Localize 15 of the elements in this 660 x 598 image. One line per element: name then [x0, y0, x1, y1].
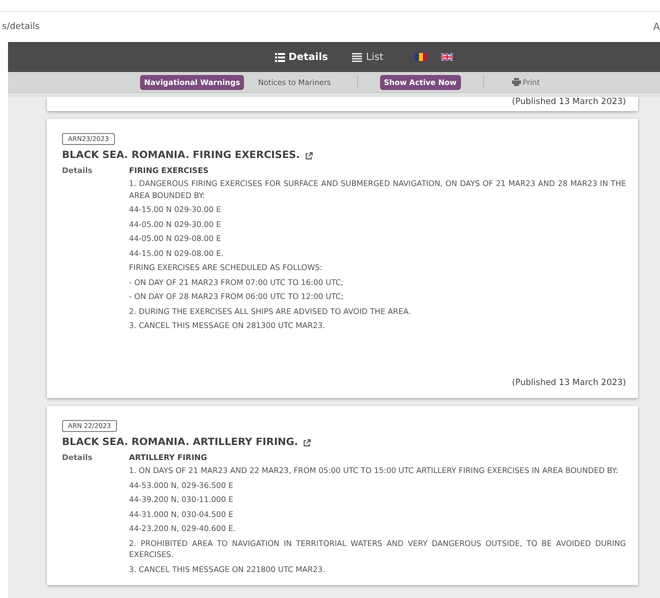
published-date: (Published 13 March 2023): [512, 97, 626, 107]
flag-icon[interactable]: [441, 53, 454, 61]
published-date: (Published 13 March 2023): [512, 378, 626, 388]
list-icon: [274, 52, 285, 62]
warning-title: BLACK SEA. ROMANIA. ARTILLERY FIRING.: [62, 437, 298, 448]
reader-icon-text[interactable]: A: [653, 22, 660, 32]
view-tab[interactable]: List: [352, 52, 384, 62]
external-link-icon[interactable]: [304, 152, 313, 160]
address-url[interactable]: s/details: [0, 22, 40, 32]
lines-icon: [352, 52, 362, 62]
warning-title: BLACK SEA. ROMANIA. FIRING EXERCISES.: [62, 150, 300, 161]
flag-icon[interactable]: [415, 53, 428, 61]
printer-icon: [512, 78, 521, 86]
external-link-icon[interactable]: [303, 438, 312, 447]
view-tab[interactable]: Details: [274, 52, 328, 62]
